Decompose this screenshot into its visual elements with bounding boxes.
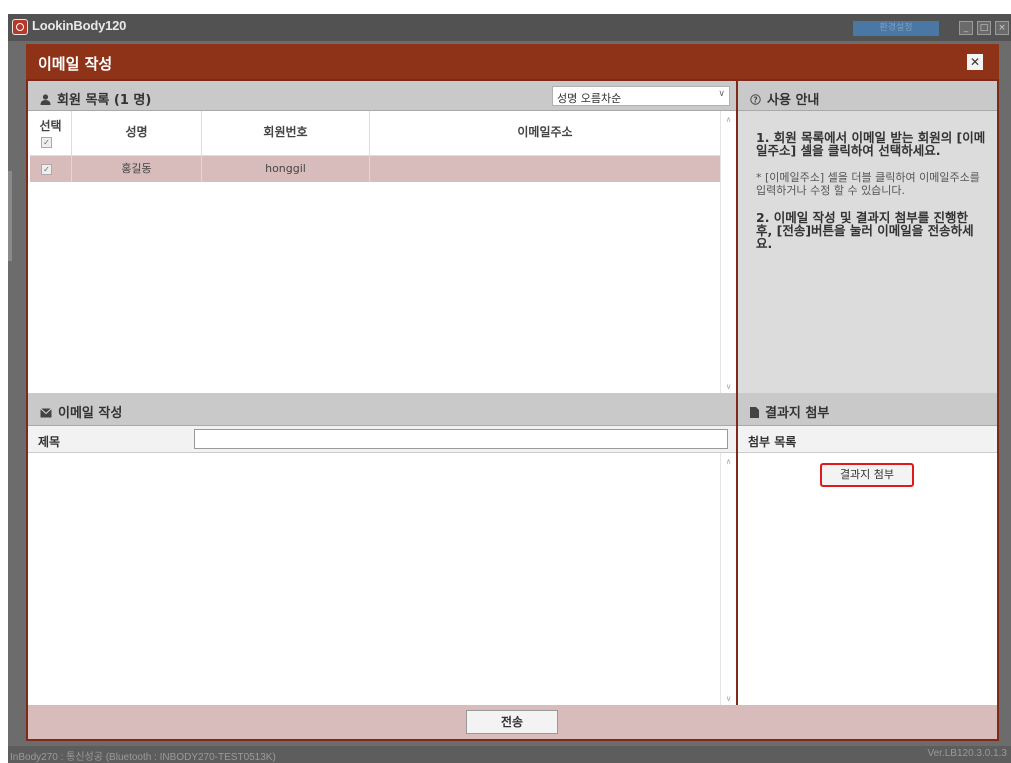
row-select-cell: ✓	[30, 156, 72, 182]
subject-row: 제목	[28, 426, 736, 453]
attach-result-button[interactable]: 결과지 첨부	[820, 463, 914, 487]
email-dialog: 이메일 작성 ✕ 회원 목록 (1 명) 성명 오름차순 ∨ 선택 ✓ 성명 회…	[26, 44, 999, 741]
select-all-checkbox[interactable]: ✓	[41, 137, 52, 148]
compose-title: 이메일 작성	[58, 406, 123, 421]
column-header-email: 이메일주소	[517, 125, 573, 139]
status-bar: InBody270 : 통신성공 (Bluetooth : INBODY270-…	[8, 746, 1011, 763]
attachment-title: 결과지 첨부	[765, 406, 830, 421]
guide-step-1: 1. 회원 목록에서 이메일 받는 회원의 [이메일주소] 셀을 클릭하여 선택…	[756, 130, 986, 158]
compose-panel: 이메일 작성 제목 ∧ ∨	[28, 393, 736, 705]
background-sidebar-sliver	[8, 171, 12, 261]
subject-label: 제목	[38, 435, 61, 449]
connection-status: InBody270 : 통신성공 (Bluetooth : INBODY270-…	[10, 752, 276, 763]
usage-guide-title: 사용 안내	[767, 93, 820, 108]
minimize-icon[interactable]: _	[959, 21, 973, 35]
app-logo-icon	[12, 19, 28, 35]
attachment-header: 결과지 첨부	[738, 393, 997, 426]
usage-guide-header: ? 사용 안내	[738, 81, 997, 111]
settings-button[interactable]: 환경설정	[853, 21, 939, 36]
sort-select[interactable]: 성명 오름차순 ∨	[552, 86, 730, 106]
email-body-textarea[interactable]	[28, 453, 720, 705]
close-icon[interactable]: ✕	[967, 54, 983, 70]
version-label: Ver.LB120.3.0.1.3	[927, 748, 1007, 759]
email-body-scrollbar[interactable]: ∧ ∨	[720, 453, 736, 705]
attachment-list-row: 첨부 목록	[738, 426, 997, 453]
subject-input[interactable]	[194, 429, 728, 449]
envelope-icon	[40, 407, 52, 422]
guide-note: * [이메일주소] 셀을 더블 클릭하여 이메일주소를 입력하거나 수정 할 수…	[756, 171, 980, 197]
close-window-icon[interactable]: ×	[995, 21, 1009, 35]
sort-selected-value: 성명 오름차순	[557, 92, 622, 105]
usage-guide-panel: ? 사용 안내 1. 회원 목록에서 이메일 받는 회원의 [이메일주소] 셀을…	[738, 81, 997, 436]
name-cell[interactable]: 홍길동	[72, 156, 202, 182]
table-header: 선택 ✓ 성명 회원번호 이메일주소	[30, 111, 720, 156]
column-header-name: 성명	[72, 111, 202, 155]
app-title: LookinBody120	[32, 18, 127, 33]
member-list-panel: 회원 목록 (1 명) 성명 오름차순 ∨ 선택 ✓ 성명 회원번호 이메일주소…	[28, 81, 736, 436]
dialog-footer: 전송	[28, 705, 997, 739]
person-icon	[40, 94, 51, 109]
column-header-member-id: 회원번호	[202, 111, 370, 155]
member-id-cell[interactable]: honggil	[202, 156, 370, 182]
attachment-panel: 결과지 첨부 첨부 목록 결과지 첨부	[738, 393, 997, 705]
row-checkbox[interactable]: ✓	[41, 164, 52, 175]
member-list-scrollbar[interactable]: ∧ ∨	[720, 111, 736, 393]
dialog-title: 이메일 작성	[38, 55, 113, 73]
help-circle-icon: ?	[750, 94, 761, 109]
chevron-down-icon: ∨	[718, 89, 725, 99]
send-button[interactable]: 전송	[466, 710, 558, 734]
email-cell[interactable]	[370, 156, 720, 182]
table-row[interactable]: ✓ 홍길동 honggil	[30, 156, 720, 182]
attachment-list-label: 첨부 목록	[748, 435, 797, 449]
maximize-icon[interactable]: □	[977, 21, 991, 35]
usage-guide-text: 1. 회원 목록에서 이메일 받는 회원의 [이메일주소] 셀을 클릭하여 선택…	[756, 131, 988, 264]
app-titlebar: LookinBody120 환경설정 _ □ ×	[8, 14, 1011, 41]
svg-text:?: ?	[753, 95, 757, 104]
member-list-title: 회원 목록 (1 명)	[57, 93, 152, 108]
member-list-header: 회원 목록 (1 명) 성명 오름차순 ∨	[28, 81, 736, 111]
guide-step-2: 2. 이메일 작성 및 결과지 첨부를 진행한 후, [전송]버튼을 눌러 이메…	[756, 210, 974, 251]
dialog-header: 이메일 작성 ✕	[26, 44, 999, 79]
document-icon	[750, 407, 759, 422]
compose-header: 이메일 작성	[28, 393, 736, 426]
column-header-select: 선택 ✓	[30, 111, 72, 155]
